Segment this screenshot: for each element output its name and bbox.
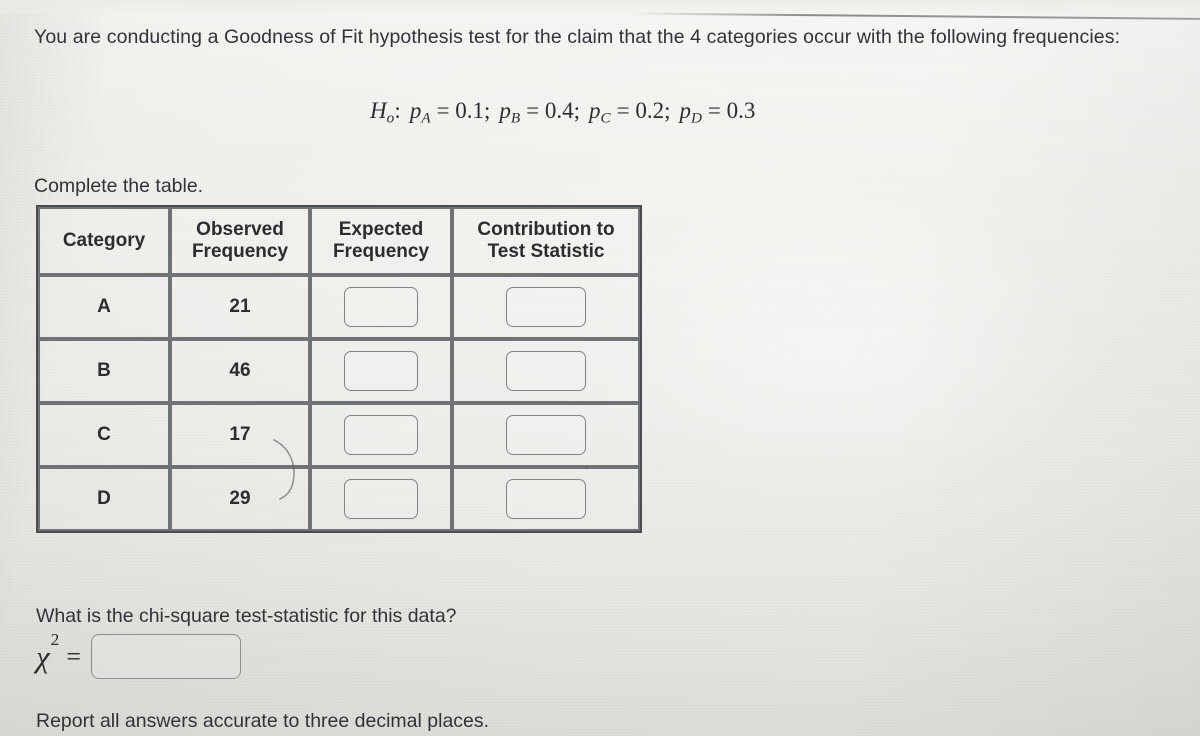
term-2-subscript: C bbox=[600, 109, 611, 127]
dust-speck bbox=[585, 466, 588, 469]
cell-observed-d: 29 bbox=[170, 467, 310, 531]
cell-observed-c: 17 bbox=[170, 403, 310, 467]
term-1-separator: ; bbox=[573, 98, 580, 123]
question-content: You are conducting a Goodness of Fit hyp… bbox=[0, 0, 1200, 736]
cell-observed-a: 21 bbox=[170, 275, 310, 339]
chi-square-input[interactable] bbox=[91, 634, 241, 679]
cell-contribution-b bbox=[452, 339, 640, 403]
chi-square-question: What is the chi-square test-statistic fo… bbox=[36, 605, 457, 627]
chi-square-answer-row: χ2 = bbox=[36, 631, 241, 679]
expected-frequency-input-b[interactable] bbox=[344, 351, 418, 391]
cell-category-a: A bbox=[38, 275, 170, 339]
table-row: A 21 bbox=[38, 275, 640, 339]
term-3-value: 0.3 bbox=[726, 98, 756, 123]
table-header: Category Observed Frequency Expected Fre… bbox=[38, 207, 640, 275]
contribution-input-d[interactable] bbox=[506, 479, 586, 519]
chi-glyph: χ bbox=[36, 639, 50, 674]
cell-category-c: C bbox=[38, 403, 170, 467]
term-2-equals: = bbox=[616, 98, 630, 123]
cell-contribution-a bbox=[452, 275, 640, 339]
header-expected-frequency: Expected Frequency bbox=[310, 207, 452, 275]
goodness-of-fit-table: Category Observed Frequency Expected Fre… bbox=[36, 205, 642, 533]
hypothesis-H-symbol: H bbox=[370, 98, 387, 123]
term-0-separator: ; bbox=[484, 98, 491, 123]
term-1-subscript: B bbox=[510, 109, 521, 127]
contribution-input-a[interactable] bbox=[506, 287, 586, 327]
header-contribution-line-1: Contribution to bbox=[477, 218, 615, 240]
cell-expected-d bbox=[310, 467, 452, 531]
term-1-p: p bbox=[499, 98, 511, 123]
cell-category-b: B bbox=[38, 339, 170, 403]
header-category-line-1: Category bbox=[62, 229, 146, 251]
term-3-equals: = bbox=[707, 98, 721, 123]
expected-frequency-input-a[interactable] bbox=[344, 287, 418, 327]
header-expected-line-2: Frequency bbox=[332, 241, 430, 262]
header-expected-line-1: Expected bbox=[338, 218, 424, 240]
table-row: C 17 bbox=[38, 403, 640, 467]
complete-table-label: Complete the table. bbox=[34, 175, 204, 197]
header-contribution: Contribution to Test Statistic bbox=[452, 207, 640, 275]
term-0-equals: = bbox=[436, 98, 450, 123]
header-contribution-line-2: Test Statistic bbox=[487, 241, 605, 262]
contribution-input-b[interactable] bbox=[506, 351, 586, 391]
term-3-subscript: D bbox=[690, 109, 703, 127]
term-1-equals: = bbox=[526, 98, 540, 123]
table-row: D 29 bbox=[38, 467, 640, 531]
expected-frequency-input-d[interactable] bbox=[344, 479, 418, 519]
cell-category-d: D bbox=[38, 467, 170, 531]
table-body: A 21 B 46 C 17 D 29 bbox=[38, 275, 640, 531]
report-precision-note: Report all answers accurate to three dec… bbox=[36, 710, 490, 732]
header-observed-line-2: Frequency bbox=[191, 241, 289, 262]
cell-contribution-d bbox=[452, 467, 640, 531]
chi-exponent: 2 bbox=[50, 629, 60, 649]
term-2-p: p bbox=[589, 98, 601, 123]
expected-frequency-input-c[interactable] bbox=[344, 415, 418, 455]
cell-observed-b: 46 bbox=[170, 339, 310, 403]
term-0-p: p bbox=[409, 98, 422, 123]
contribution-input-c[interactable] bbox=[506, 415, 586, 455]
cell-expected-a bbox=[310, 275, 452, 339]
header-observed-line-1: Observed bbox=[196, 218, 284, 240]
term-2-separator: ; bbox=[664, 98, 671, 123]
cell-contribution-c bbox=[452, 403, 640, 467]
term-0-subscript: A bbox=[421, 109, 431, 127]
table-row: B 46 bbox=[38, 339, 640, 403]
term-0-value: 0.1 bbox=[455, 98, 485, 123]
prompt-line-2: following frequencies: bbox=[930, 26, 1121, 48]
term-1-value: 0.4 bbox=[544, 98, 574, 123]
table-header-row: Category Observed Frequency Expected Fre… bbox=[38, 207, 640, 275]
null-hypothesis-statement: Ho: pA = 0.1; pB = 0.4; pC = 0.2; pD = 0.3 bbox=[370, 98, 755, 127]
chi-equals-sign: = bbox=[66, 641, 81, 671]
cell-expected-c bbox=[310, 403, 452, 467]
hypothesis-colon: : bbox=[394, 98, 401, 123]
prompt-line-1: You are conducting a Goodness of Fit hyp… bbox=[34, 26, 925, 48]
header-category: Category bbox=[38, 207, 170, 275]
term-3-p: p bbox=[679, 98, 691, 123]
header-observed-frequency: Observed Frequency bbox=[170, 207, 310, 275]
term-2-value: 0.2 bbox=[635, 98, 665, 123]
prompt-text: You are conducting a Goodness of Fit hyp… bbox=[34, 25, 1174, 50]
cell-expected-b bbox=[310, 339, 452, 403]
chi-square-symbol: χ2 bbox=[36, 631, 60, 674]
